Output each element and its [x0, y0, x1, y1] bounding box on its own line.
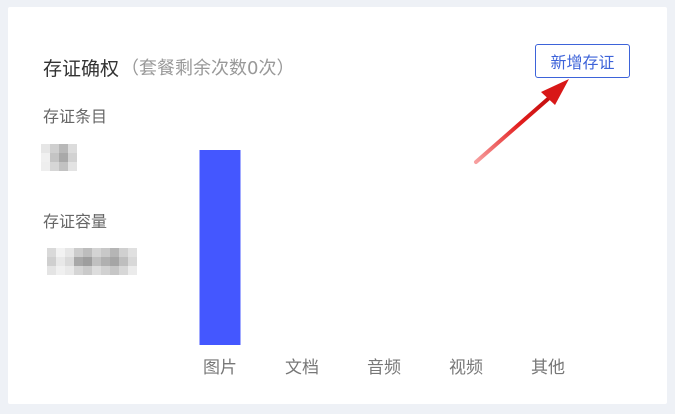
x-tick-label: 文档 [285, 358, 319, 378]
x-tick-label: 其他 [531, 358, 565, 378]
evidence-card: 存证确权 （套餐剩余次数0次） 新增存证 存证条目 存证容量 图片 文档 音频 视频其… [8, 7, 667, 404]
x-tick-label: 音频 [367, 358, 401, 378]
bar-0 [199, 150, 241, 345]
category-bar-chart: 图片 文档 音频 视频 其他 [199, 150, 565, 378]
x-tick-label: 图片 [203, 358, 237, 378]
x-tick-label: 视频 [449, 358, 483, 378]
